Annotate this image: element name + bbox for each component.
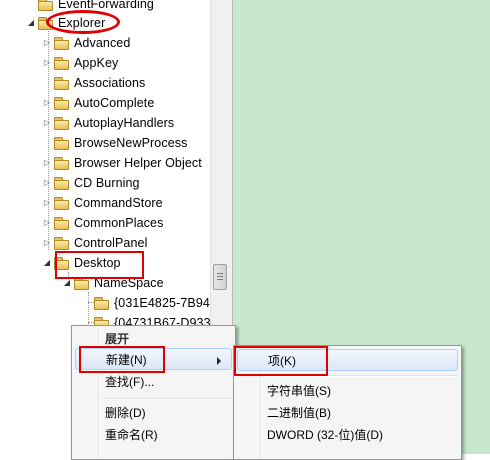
- expand-triangle-icon[interactable]: ▷: [42, 213, 52, 233]
- folder-icon: [54, 236, 69, 250]
- expand-triangle-icon[interactable]: ▷: [42, 233, 52, 253]
- expand-triangle-icon[interactable]: ▷: [42, 173, 52, 193]
- tree-node-autocomplete[interactable]: ▷ AutoComplete: [42, 93, 154, 113]
- submenu-arrow-icon: [217, 357, 221, 365]
- folder-icon: [54, 176, 69, 190]
- expand-triangle-icon[interactable]: ▷: [42, 153, 52, 173]
- tree-node-advanced[interactable]: ▷ Advanced: [42, 33, 130, 53]
- tree-node-commonplaces[interactable]: ▷ CommonPlaces: [42, 213, 163, 233]
- expand-triangle-icon[interactable]: ▷: [42, 93, 52, 113]
- folder-icon: [54, 76, 69, 90]
- expand-triangle-icon[interactable]: ▷: [42, 193, 52, 213]
- menu-item-rename[interactable]: 重命名(R): [105, 424, 158, 446]
- collapse-triangle-icon[interactable]: ◢: [26, 13, 36, 33]
- annotation-box-new: [79, 346, 165, 373]
- grip-line: [217, 273, 223, 274]
- folder-icon: [54, 156, 69, 170]
- tree-node-commandstore[interactable]: ▷ CommandStore: [42, 193, 163, 213]
- folder-icon: [94, 296, 109, 310]
- folder-icon: [38, 0, 53, 11]
- folder-icon: [54, 36, 69, 50]
- menu-item-find[interactable]: 查找(F)...: [105, 371, 154, 393]
- expand-triangle-icon[interactable]: ▷: [42, 113, 52, 133]
- annotation-box-key: [234, 346, 328, 376]
- grip-line: [217, 279, 223, 280]
- annotation-ellipse-explorer: [46, 10, 120, 34]
- collapse-triangle-icon[interactable]: ◢: [42, 253, 52, 273]
- menu-item-binary-value[interactable]: 二进制值(B): [267, 402, 331, 424]
- expand-triangle-icon[interactable]: ▷: [42, 33, 52, 53]
- tree-node-controlpanel[interactable]: ▷ ControlPanel: [42, 233, 147, 253]
- tree-node-appkey[interactable]: ▷ AppKey: [42, 53, 118, 73]
- menu-item-string-value[interactable]: 字符串值(S): [267, 380, 331, 402]
- menu-item-dword-value[interactable]: DWORD (32-位)值(D): [267, 424, 383, 446]
- grip-line: [217, 276, 223, 277]
- tree-node-associations[interactable]: Associations: [42, 73, 145, 93]
- folder-icon: [54, 96, 69, 110]
- menu-separator: [102, 398, 232, 400]
- tree-node-guid-031e[interactable]: {031E4825-7B94: [82, 293, 210, 313]
- tree-node-cd-burning[interactable]: ▷ CD Burning: [42, 173, 140, 193]
- menu-item-delete[interactable]: 删除(D): [105, 402, 146, 424]
- folder-icon: [54, 216, 69, 230]
- tree-node-browser-helper-objects[interactable]: ▷ Browser Helper Object: [42, 153, 202, 173]
- folder-icon: [54, 136, 69, 150]
- tree-node-browsenewprocess[interactable]: BrowseNewProcess: [42, 133, 187, 153]
- tree-node-autoplayhandlers[interactable]: ▷ AutoplayHandlers: [42, 113, 174, 133]
- annotation-box-desktop: [55, 251, 144, 279]
- folder-icon: [54, 56, 69, 70]
- folder-icon: [54, 196, 69, 210]
- folder-icon: [54, 116, 69, 130]
- expand-triangle-icon[interactable]: ▷: [42, 53, 52, 73]
- scrollbar-thumb[interactable]: [213, 264, 227, 290]
